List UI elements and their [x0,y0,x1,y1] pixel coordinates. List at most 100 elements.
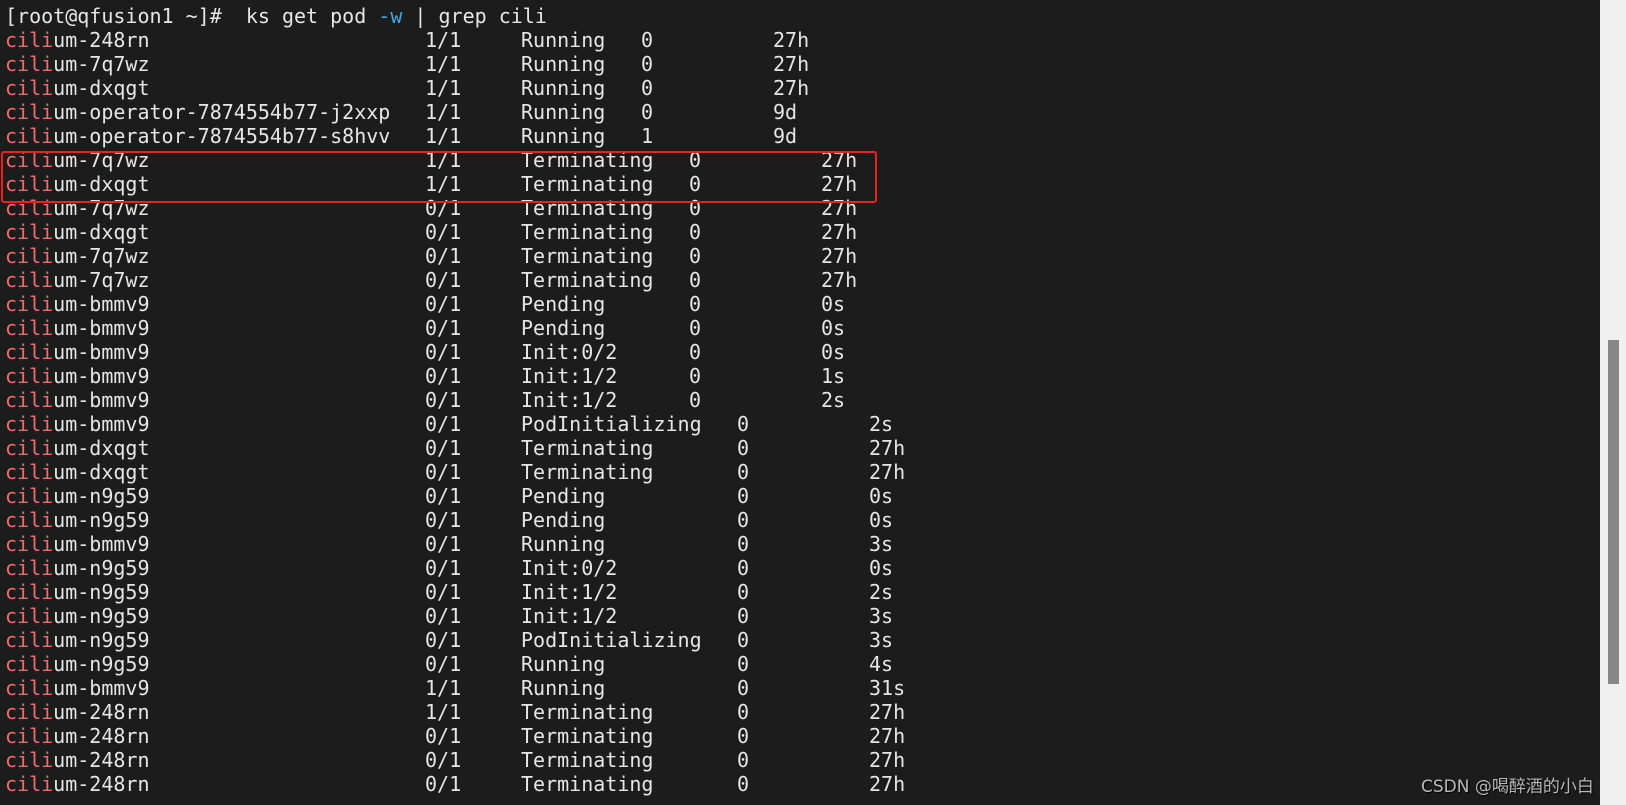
restarts: 0 [641,100,654,124]
ready: 1/1 [425,700,462,724]
pod-name: cilium-bmmv9 [5,388,150,412]
pod-name: cilium-n9g59 [5,580,150,604]
pod-name: cilium-248rn [5,724,150,748]
age: 0s [821,292,846,316]
pod-name: cilium-bmmv9 [5,532,150,556]
grep-match: cili [5,652,54,676]
restarts: 0 [737,676,750,700]
status: Pending [521,508,606,532]
status: Running [521,52,606,76]
status: PodInitializing [521,412,702,436]
ready: 1/1 [425,124,462,148]
status: Running [521,76,606,100]
grep-match: cili [5,100,54,124]
status: Running [521,100,606,124]
status: Terminating [521,460,654,484]
grep-match: cili [5,580,54,604]
pod-name: cilium-dxqgt [5,436,150,460]
ready: 0/1 [425,724,462,748]
grep-match: cili [5,124,54,148]
age: 27h [869,460,906,484]
status: Init:1/2 [521,604,618,628]
age: 27h [773,52,810,76]
pod-name: cilium-248rn [5,28,150,52]
status: Terminating [521,244,654,268]
restarts: 0 [737,628,750,652]
status: Terminating [521,436,654,460]
age: 0s [821,316,846,340]
scrollbar[interactable] [1600,0,1626,805]
restarts: 0 [641,28,654,52]
grep-match: cili [5,556,54,580]
age: 27h [869,436,906,460]
restarts: 0 [689,316,702,340]
restarts: 0 [737,604,750,628]
grep-match: cili [5,772,54,796]
age: 27h [773,28,810,52]
pod-name: cilium-dxqgt [5,220,150,244]
age: 27h [773,76,810,100]
ready: 0/1 [425,532,462,556]
grep-match: cili [5,220,54,244]
grep-match: cili [5,244,54,268]
age: 3s [869,532,894,556]
command-flag: -w [378,4,403,28]
status: Terminating [521,268,654,292]
ready: 0/1 [425,508,462,532]
grep-match: cili [5,484,54,508]
age: 0s [869,508,894,532]
age: 0s [869,484,894,508]
grep-match: cili [5,268,54,292]
command-pipe: | grep cili [402,4,547,28]
status: Running [521,532,606,556]
restarts: 0 [689,244,702,268]
grep-match: cili [5,508,54,532]
status: Terminating [521,724,654,748]
age: 27h [869,700,906,724]
pod-name: cilium-n9g59 [5,508,150,532]
status: Running [521,652,606,676]
status: Pending [521,484,606,508]
restarts: 0 [737,412,750,436]
restarts: 0 [737,652,750,676]
pod-name: cilium-bmmv9 [5,364,150,388]
grep-match: cili [5,460,54,484]
pod-name: cilium-n9g59 [5,484,150,508]
restarts: 0 [737,508,750,532]
ready: 0/1 [425,292,462,316]
pod-name: cilium-7q7wz [5,268,150,292]
grep-match: cili [5,700,54,724]
ready: 0/1 [425,220,462,244]
restarts: 0 [737,700,750,724]
age: 9d [773,124,798,148]
command-text: ks get pod [245,4,379,28]
pod-name: cilium-7q7wz [5,52,150,76]
status: Init:0/2 [521,340,618,364]
pod-name: cilium-bmmv9 [5,316,150,340]
highlight-annotation-box [1,151,877,203]
ready: 0/1 [425,268,462,292]
scrollbar-thumb[interactable] [1608,340,1619,684]
restarts: 0 [689,268,702,292]
pod-name: cilium-bmmv9 [5,412,150,436]
restarts: 0 [737,484,750,508]
age: 27h [869,724,906,748]
terminal-output: [root@qfusion1 ~]# ks get pod -w | grep … [0,0,1600,805]
age: 1s [821,364,846,388]
restarts: 0 [689,340,702,364]
age: 27h [821,268,858,292]
restarts: 0 [689,364,702,388]
ready: 0/1 [425,772,462,796]
ready: 0/1 [425,340,462,364]
pod-name: cilium-7q7wz [5,244,150,268]
restarts: 0 [737,436,750,460]
pod-name: cilium-bmmv9 [5,340,150,364]
command-line: [root@qfusion1 ~]# ks get pod -w | grep … [5,4,547,28]
status: Init:1/2 [521,388,618,412]
grep-match: cili [5,340,54,364]
grep-match: cili [5,748,54,772]
status: PodInitializing [521,628,702,652]
status: Pending [521,292,606,316]
restarts: 0 [689,220,702,244]
ready: 1/1 [425,100,462,124]
